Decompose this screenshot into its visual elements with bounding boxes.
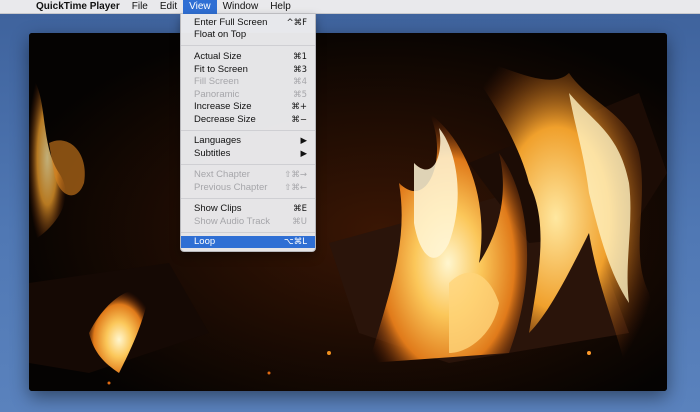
submenu-arrow-icon: ▶ bbox=[300, 136, 307, 146]
menu-item-shortcut: ⌘U bbox=[292, 216, 307, 227]
video-player-window[interactable] bbox=[29, 33, 667, 391]
menu-item-label: Next Chapter bbox=[194, 169, 250, 180]
fireplace-video-frame bbox=[29, 33, 667, 391]
submenu-arrow-icon: ▶ bbox=[300, 148, 307, 159]
menu-item-shortcut: ⇧⌘→ bbox=[284, 170, 307, 180]
menu-item-panoramic: Panoramic ⌘5 bbox=[181, 89, 315, 101]
menu-item-label: Subtitles bbox=[194, 147, 231, 159]
menu-separator bbox=[181, 164, 315, 165]
menu-item-shortcut: ⌘3 bbox=[293, 64, 307, 75]
menu-window[interactable]: Window bbox=[217, 0, 265, 14]
menu-item-subtitles[interactable]: Subtitles ▶ bbox=[181, 148, 315, 160]
menu-item-previous-chapter: Previous Chapter ⇧⌘← bbox=[181, 182, 315, 194]
menu-item-label: Show Clips bbox=[194, 203, 242, 214]
menu-item-shortcut: ⌘5 bbox=[293, 89, 307, 100]
menu-item-label: Languages bbox=[194, 135, 242, 146]
menu-item-fill-screen: Fill Screen ⌘4 bbox=[181, 76, 315, 88]
menu-item-label: Loop bbox=[194, 236, 216, 247]
menu-item-shortcut: ⇧⌘← bbox=[284, 182, 307, 193]
menu-item-shortcut: ⌘E bbox=[293, 204, 307, 214]
menu-item-next-chapter: Next Chapter ⇧⌘→ bbox=[181, 169, 315, 181]
menu-item-decrease-size[interactable]: Decrease Size ⌘− bbox=[181, 114, 315, 126]
menu-separator bbox=[181, 198, 315, 199]
menu-item-fit-to-screen[interactable]: Fit to Screen ⌘3 bbox=[181, 64, 315, 76]
menu-item-label: Float on Top bbox=[194, 29, 247, 40]
menu-item-shortcut: ^⌘F bbox=[286, 18, 307, 28]
view-menu-dropdown: Enter Full Screen ^⌘F Float on Top Actua… bbox=[180, 14, 316, 252]
menu-view[interactable]: View bbox=[183, 0, 217, 14]
menu-item-label: Fit to Screen bbox=[194, 63, 248, 75]
menu-item-shortcut: ⌥⌘L bbox=[283, 237, 307, 247]
menu-item-label: Fill Screen bbox=[194, 76, 239, 87]
menu-item-languages[interactable]: Languages ▶ bbox=[181, 135, 315, 147]
menu-item-label: Enter Full Screen bbox=[194, 17, 268, 28]
menu-item-label: Previous Chapter bbox=[194, 181, 268, 193]
menu-help[interactable]: Help bbox=[264, 0, 297, 14]
menu-separator bbox=[181, 232, 315, 233]
menu-item-loop[interactable]: Loop ⌥⌘L bbox=[181, 236, 315, 248]
menu-file[interactable]: File bbox=[126, 0, 154, 14]
menu-item-actual-size[interactable]: Actual Size ⌘1 bbox=[181, 51, 315, 63]
menu-item-shortcut: ⌘4 bbox=[293, 77, 307, 87]
menu-item-label: Show Audio Track bbox=[194, 215, 271, 227]
menu-item-shortcut: ⌘− bbox=[291, 114, 307, 125]
menu-item-label: Panoramic bbox=[194, 88, 240, 100]
menu-item-show-clips[interactable]: Show Clips ⌘E bbox=[181, 203, 315, 215]
menu-item-label: Decrease Size bbox=[194, 113, 256, 125]
menu-item-label: Actual Size bbox=[194, 51, 242, 62]
menu-item-enter-full-screen[interactable]: Enter Full Screen ^⌘F bbox=[181, 17, 315, 29]
menu-edit[interactable]: Edit bbox=[154, 0, 183, 14]
menu-item-shortcut: ⌘+ bbox=[291, 102, 307, 112]
menu-bar: QuickTime Player File Edit View Window H… bbox=[0, 0, 700, 14]
menu-separator bbox=[181, 130, 315, 131]
menu-item-shortcut: ⌘1 bbox=[293, 52, 307, 62]
menu-item-show-audio-track: Show Audio Track ⌘U bbox=[181, 216, 315, 228]
menu-item-float-on-top[interactable]: Float on Top bbox=[181, 29, 315, 41]
app-menu-quicktime[interactable]: QuickTime Player bbox=[30, 0, 126, 14]
menu-separator bbox=[181, 45, 315, 46]
menu-item-label: Increase Size bbox=[194, 101, 252, 112]
menu-item-increase-size[interactable]: Increase Size ⌘+ bbox=[181, 101, 315, 113]
